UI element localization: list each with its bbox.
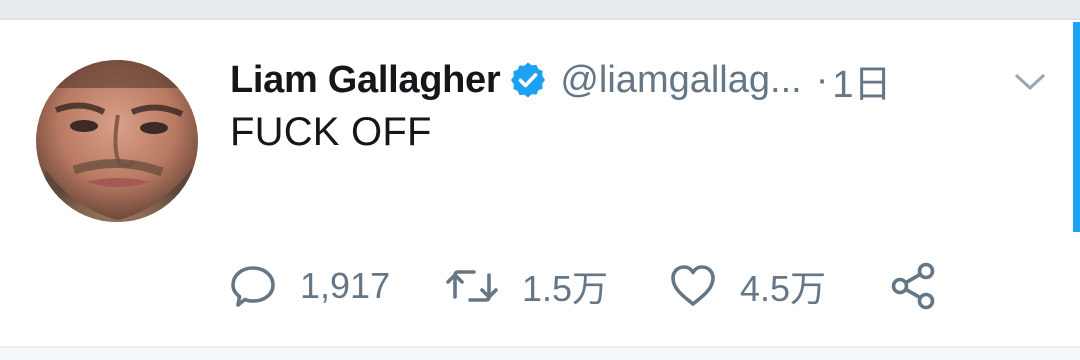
scroll-indicator	[1073, 22, 1080, 232]
bottom-strip	[0, 348, 1080, 360]
share-icon	[888, 261, 940, 311]
separator-dot: ·	[815, 58, 829, 101]
author-handle[interactable]: @liamgallag...	[560, 59, 801, 102]
retweet-count: 1.5万	[522, 268, 609, 309]
like-button[interactable]: 4.5万	[668, 258, 826, 314]
heart-icon	[668, 261, 718, 311]
reply-button[interactable]: 1,917	[228, 258, 390, 314]
retweet-icon	[444, 261, 500, 311]
avatar[interactable]	[36, 60, 198, 222]
tweet-text: FUCK OFF	[230, 110, 432, 154]
tweet-header: Liam Gallagher @liamgallag... · 1日	[230, 56, 891, 106]
top-divider	[0, 0, 1080, 20]
tweet-screen: Liam Gallagher @liamgallag... · 1日 FUCK …	[0, 0, 1080, 360]
timestamp[interactable]: 1日	[832, 53, 891, 108]
reply-icon	[228, 261, 278, 311]
chevron-down-icon[interactable]	[1012, 68, 1048, 96]
share-button[interactable]	[888, 258, 940, 314]
like-count: 4.5万	[740, 268, 827, 309]
reply-count: 1,917	[300, 265, 391, 306]
verified-badge-icon	[508, 60, 548, 100]
retweet-button[interactable]: 1.5万	[444, 258, 608, 314]
avatar-photo	[36, 60, 198, 222]
tweet-actions: 1,917 1.5万 4.5万	[228, 258, 988, 314]
author-name[interactable]: Liam Gallagher	[230, 59, 501, 102]
